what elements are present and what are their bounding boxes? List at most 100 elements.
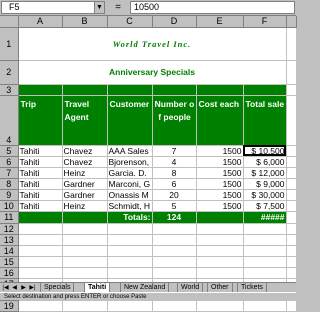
cell[interactable] xyxy=(62,256,108,268)
row-header[interactable]: 9 xyxy=(0,189,19,201)
row-header[interactable]: 7 xyxy=(0,167,19,179)
cell[interactable] xyxy=(196,300,244,312)
cell[interactable] xyxy=(107,84,153,96)
cell[interactable] xyxy=(152,300,197,312)
cell[interactable] xyxy=(243,245,287,257)
cell-agent[interactable]: Heinz xyxy=(62,167,108,179)
totals-sale[interactable]: ##### xyxy=(243,211,287,224)
cell-trip[interactable]: Tahiti xyxy=(18,178,63,190)
row-header[interactable]: 1 xyxy=(0,27,19,61)
column-header[interactable]: C xyxy=(107,16,153,28)
cell-trip[interactable]: Tahiti xyxy=(18,167,63,179)
totals-label[interactable]: Totals: xyxy=(107,211,153,224)
cell-agent[interactable]: Heinz xyxy=(62,200,108,212)
cell-people[interactable]: 8 xyxy=(152,167,197,179)
header-total-sale[interactable]: Total sale xyxy=(243,95,287,146)
row-header[interactable]: 4 xyxy=(0,95,19,146)
cell[interactable] xyxy=(107,245,153,257)
name-box[interactable]: F5 xyxy=(1,1,105,14)
header-customer[interactable]: Customer xyxy=(107,95,153,146)
cell[interactable] xyxy=(18,234,63,246)
cell[interactable] xyxy=(196,234,244,246)
cell[interactable] xyxy=(152,223,197,235)
cell[interactable] xyxy=(286,200,297,212)
row-header[interactable]: 6 xyxy=(0,156,19,168)
cell[interactable] xyxy=(196,211,244,224)
cell[interactable] xyxy=(196,267,244,279)
header-trip[interactable]: Trip xyxy=(18,95,63,146)
column-header-partial[interactable] xyxy=(286,16,297,28)
cell[interactable] xyxy=(62,267,108,279)
cell[interactable] xyxy=(18,300,63,312)
row-header[interactable]: 2 xyxy=(0,60,19,85)
cell-people[interactable]: 4 xyxy=(152,156,197,168)
cell[interactable] xyxy=(196,84,244,96)
cell[interactable] xyxy=(196,256,244,268)
row-header[interactable]: 13 xyxy=(0,234,19,246)
cell[interactable] xyxy=(62,245,108,257)
last-sheet-icon[interactable]: ▶| xyxy=(28,284,37,292)
first-sheet-icon[interactable]: |◀ xyxy=(1,284,10,292)
cell-trip[interactable]: Tahiti xyxy=(18,200,63,212)
cell[interactable] xyxy=(243,256,287,268)
cell[interactable] xyxy=(243,300,287,312)
cell[interactable] xyxy=(62,223,108,235)
cell[interactable] xyxy=(18,256,63,268)
cell-total[interactable]: $ 6,000 xyxy=(243,156,287,168)
row-header[interactable]: 11 xyxy=(0,211,19,224)
cell[interactable] xyxy=(286,223,297,235)
cell[interactable] xyxy=(286,145,297,157)
cell-agent[interactable]: Chavez xyxy=(62,156,108,168)
select-all-button[interactable] xyxy=(0,16,19,28)
cell-people[interactable]: 7 xyxy=(152,145,197,157)
cell[interactable] xyxy=(243,234,287,246)
cell[interactable] xyxy=(286,95,297,146)
cell[interactable] xyxy=(286,211,297,224)
cell[interactable] xyxy=(62,234,108,246)
cell-people[interactable]: 20 xyxy=(152,189,197,201)
cell[interactable] xyxy=(107,256,153,268)
cell[interactable] xyxy=(62,84,108,96)
cell[interactable] xyxy=(286,300,297,312)
header-travel-agent[interactable]: Travel Agent xyxy=(62,95,108,146)
cell[interactable] xyxy=(18,211,63,224)
cell[interactable] xyxy=(243,84,287,96)
cell[interactable] xyxy=(286,267,297,279)
cell[interactable] xyxy=(152,84,197,96)
cell-customer[interactable]: Schmidt, H xyxy=(107,200,153,212)
cell[interactable] xyxy=(152,267,197,279)
column-header[interactable]: D xyxy=(152,16,197,28)
formula-input[interactable]: 10500 xyxy=(130,1,295,14)
cell[interactable] xyxy=(62,211,108,224)
cell-trip[interactable]: Tahiti xyxy=(18,156,63,168)
cell[interactable] xyxy=(107,223,153,235)
cell-total[interactable]: $ 9,000 xyxy=(243,178,287,190)
cell[interactable] xyxy=(286,256,297,268)
cell[interactable] xyxy=(286,156,297,168)
cell[interactable] xyxy=(286,245,297,257)
cell-cost[interactable]: 1500 xyxy=(196,145,244,157)
cell-customer[interactable]: Bjorenson, xyxy=(107,156,153,168)
cell[interactable] xyxy=(107,300,153,312)
cell-total[interactable]: $ 12,000 xyxy=(243,167,287,179)
cell[interactable] xyxy=(152,245,197,257)
row-header[interactable]: 10 xyxy=(0,200,19,212)
row-header[interactable]: 16 xyxy=(0,267,19,279)
cell-agent[interactable]: Gardner xyxy=(62,178,108,190)
cell-agent[interactable]: Gardner xyxy=(62,189,108,201)
next-sheet-icon[interactable]: ▶ xyxy=(19,284,28,292)
cell[interactable] xyxy=(152,234,197,246)
column-header[interactable]: A xyxy=(18,16,63,28)
header-number-of-people[interactable]: Number of people xyxy=(152,95,197,146)
prev-sheet-icon[interactable]: ◀ xyxy=(10,284,19,292)
column-header[interactable]: B xyxy=(62,16,108,28)
cell[interactable] xyxy=(18,245,63,257)
cell[interactable] xyxy=(107,234,153,246)
cell-customer[interactable]: Garcia. D. xyxy=(107,167,153,179)
cell-total[interactable]: $ 30,000 xyxy=(243,189,287,201)
header-cost-each[interactable]: Cost each xyxy=(196,95,244,146)
row-header[interactable]: 12 xyxy=(0,223,19,235)
cell-trip[interactable]: Tahiti xyxy=(18,145,63,157)
cell[interactable] xyxy=(243,223,287,235)
cell[interactable] xyxy=(18,267,63,279)
